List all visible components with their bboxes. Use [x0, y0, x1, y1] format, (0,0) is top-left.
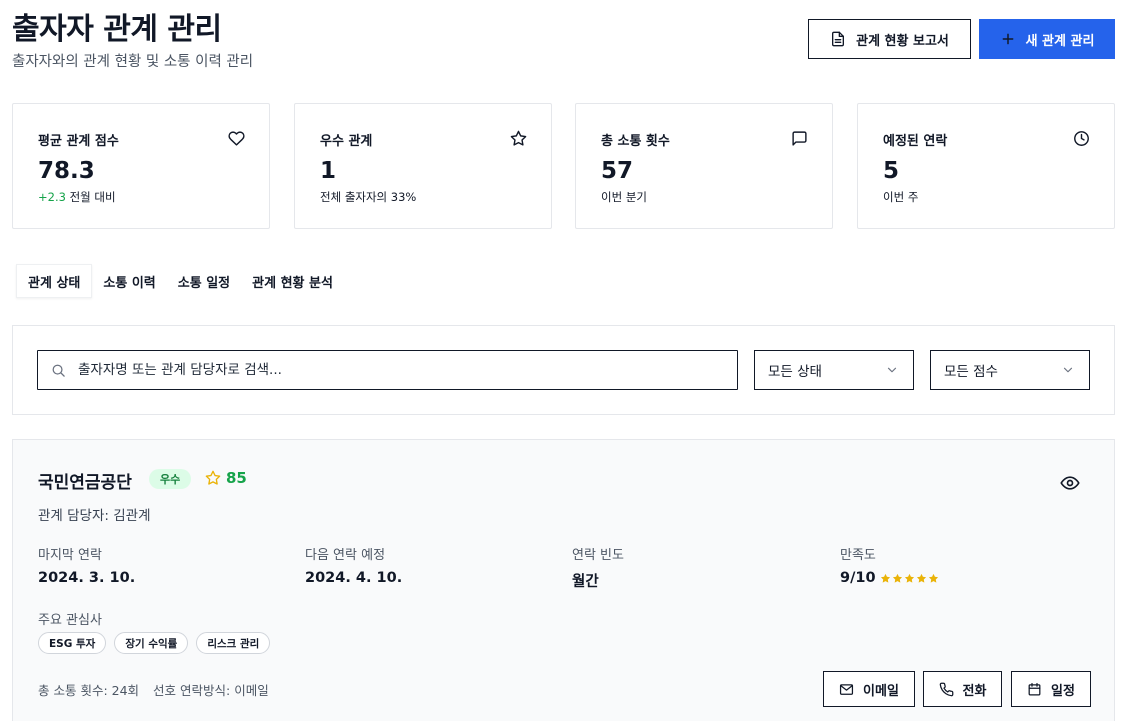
plus-icon [1002, 33, 1013, 45]
preferred-contact: 선호 연락방식: 이메일 [153, 683, 269, 698]
interest-tag: ESG 투자 [38, 632, 107, 654]
stat-value: 78.3 [38, 158, 95, 184]
info-label: 만족도 [840, 548, 876, 563]
stat-value: 57 [601, 158, 634, 184]
stat-card-excellent: 우수 관계 1 전체 출자자의 33% [294, 103, 552, 229]
eye-icon[interactable] [1060, 473, 1080, 493]
tab-communication-history[interactable]: 소통 이력 [92, 264, 166, 298]
star-filled-icon [904, 573, 914, 583]
stat-sub-text: 전월 대비 [65, 190, 116, 204]
info-label: 연락 빈도 [572, 548, 624, 563]
stat-card-scheduled: 예정된 연락 5 이번 주 [857, 103, 1115, 229]
contact-frequency: 연락 빈도 월간 [572, 544, 624, 591]
stat-sub: +2.3 전월 대비 [38, 189, 116, 205]
schedule-button-label: 일정 [1051, 683, 1075, 699]
email-button[interactable]: 이메일 [823, 671, 915, 707]
interest-tag: 장기 수익률 [114, 632, 189, 654]
status-select[interactable]: 모든 상태 [754, 350, 914, 390]
next-contact: 다음 연락 예정 2024. 4. 10. [305, 544, 402, 586]
star-icon [205, 470, 221, 485]
interest-tag: 리스크 관리 [196, 632, 271, 654]
tab-relationship-analysis[interactable]: 관계 현황 분석 [241, 264, 344, 298]
chevron-down-icon [887, 367, 897, 373]
stat-value: 5 [883, 158, 900, 184]
search-box [37, 350, 738, 390]
star-filled-icon [928, 573, 938, 583]
star-icon [510, 130, 527, 146]
schedule-button[interactable]: 일정 [1011, 671, 1091, 707]
score-select[interactable]: 모든 점수 [930, 350, 1090, 390]
document-icon [832, 31, 845, 47]
investor-name: 국민연금공단 [38, 473, 132, 493]
info-label: 다음 연락 예정 [305, 548, 386, 563]
stat-label: 예정된 연락 [883, 134, 948, 149]
relationship-report-button[interactable]: 관계 현황 보고서 [808, 19, 971, 59]
stat-label: 총 소통 횟수 [601, 134, 670, 149]
phone-icon [939, 682, 953, 696]
status-badge: 우수 [149, 469, 192, 489]
total-contacts: 총 소통 횟수: 24회 [38, 683, 140, 698]
new-button-label: 새 관계 관리 [1025, 33, 1095, 49]
search-icon [52, 364, 65, 377]
clock-icon [1074, 131, 1089, 146]
info-value: 2024. 3. 10. [38, 570, 136, 586]
relationship-score: 85 [205, 469, 247, 487]
info-value: 9/10 [840, 570, 876, 586]
new-relationship-button[interactable]: 새 관계 관리 [979, 19, 1115, 59]
phone-button[interactable]: 전화 [923, 671, 1002, 707]
investor-card: 국민연금공단 우수 85 관계 담당자: 김관계 마지막 연락 2024. 3.… [12, 439, 1115, 721]
star-filled-icon [916, 573, 926, 583]
stat-label: 우수 관계 [320, 134, 373, 149]
star-filled-icon [880, 573, 890, 583]
stat-sub: 이번 주 [883, 190, 919, 204]
heart-icon [228, 131, 245, 146]
report-button-label: 관계 현황 보고서 [856, 33, 949, 49]
tab-relationship-status[interactable]: 관계 상태 [16, 264, 93, 298]
chevron-down-icon [1063, 367, 1073, 373]
stat-sub: 전체 출자자의 33% [320, 190, 417, 204]
satisfaction: 만족도 9/10 [840, 544, 939, 586]
info-value: 2024. 4. 10. [305, 570, 403, 586]
last-contact: 마지막 연락 2024. 3. 10. [38, 544, 135, 586]
status-select-value: 모든 상태 [768, 364, 822, 380]
satisfaction-stars [880, 573, 939, 584]
stat-card-total-contacts: 총 소통 횟수 57 이번 분기 [575, 103, 833, 229]
filter-panel: 모든 상태 모든 점수 [12, 325, 1115, 415]
mail-icon [839, 683, 854, 695]
page-subtitle: 출자자와의 관계 현황 및 소통 이력 관리 [12, 54, 254, 70]
stat-card-avg-score: 평균 관계 점수 78.3 +2.3 전월 대비 [12, 103, 270, 229]
calendar-icon [1028, 682, 1041, 695]
page-title: 출자자 관계 관리 [12, 12, 222, 47]
info-label: 마지막 연락 [38, 548, 102, 563]
score-select-value: 모든 점수 [944, 364, 998, 380]
interests-label: 주요 관심사 [38, 613, 102, 628]
stat-value: 1 [320, 158, 337, 184]
stat-sub: 이번 분기 [601, 190, 647, 204]
score-value: 85 [226, 469, 247, 487]
stat-label: 평균 관계 점수 [38, 134, 119, 149]
star-filled-icon [892, 573, 902, 583]
phone-button-label: 전화 [962, 683, 987, 699]
stat-delta: +2.3 [38, 190, 66, 204]
message-icon [792, 131, 807, 146]
tab-bar: 관계 상태 소통 이력 소통 일정 관계 현황 분석 [16, 264, 344, 298]
tab-communication-schedule[interactable]: 소통 일정 [167, 264, 241, 298]
relationship-manager: 관계 담당자: 김관계 [38, 508, 151, 524]
contact-summary: 총 소통 횟수: 24회 선호 연락방식: 이메일 [38, 680, 269, 699]
search-input[interactable] [78, 362, 698, 378]
satisfaction-value-row: 9/10 [840, 570, 939, 586]
email-button-label: 이메일 [863, 683, 899, 699]
interest-tags: ESG 투자 장기 수익률 리스크 관리 [38, 632, 271, 654]
info-value: 월간 [572, 574, 599, 590]
